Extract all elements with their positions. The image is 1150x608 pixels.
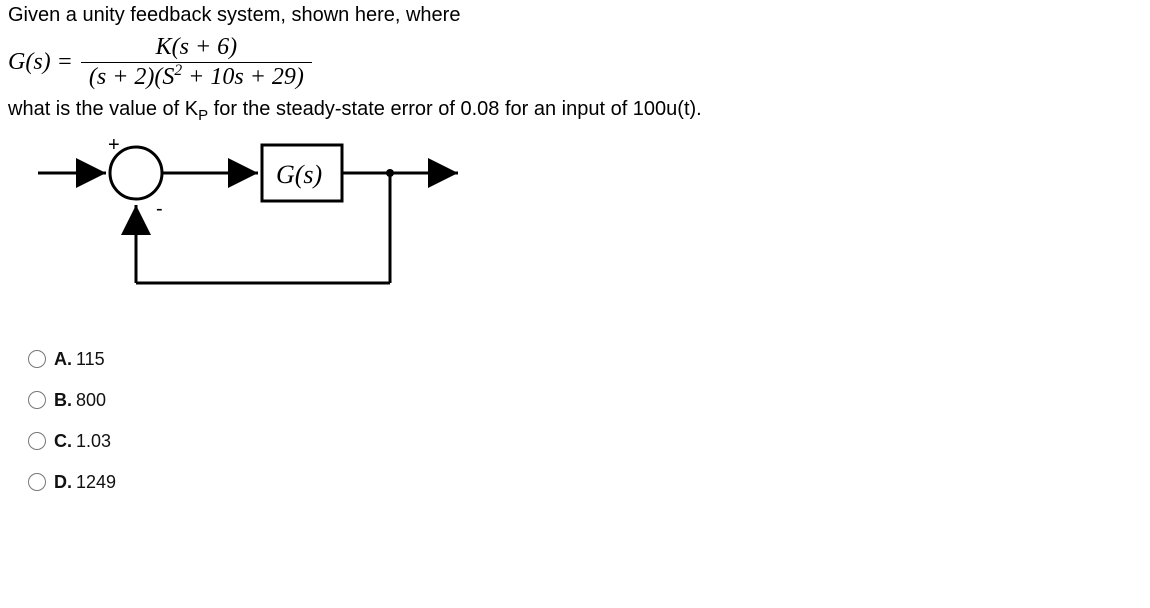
option-letter: C.	[54, 431, 72, 451]
intro-text: Given a unity feedback system, shown her…	[8, 4, 1142, 27]
block-diagram: + - G(s)	[38, 133, 1142, 329]
transfer-function-equation: G(s) = K(s + 6) (s + 2)(S2 + 10s + 29)	[8, 33, 1142, 92]
prompt-text: what is the value of KP for the steady-s…	[8, 98, 1142, 121]
eq-numerator: K(s + 6)	[148, 33, 246, 62]
eq-lhs: G(s) =	[8, 49, 81, 76]
option-c[interactable]: C.1.03	[28, 431, 1142, 452]
eq-fraction: K(s + 6) (s + 2)(S2 + 10s + 29)	[81, 33, 312, 92]
option-d[interactable]: D.1249	[28, 472, 1142, 493]
option-text: 115	[76, 349, 105, 369]
option-label: A.115	[54, 349, 105, 370]
radio-icon[interactable]	[28, 391, 46, 409]
radio-icon[interactable]	[28, 432, 46, 450]
gs-block-label: G(s)	[276, 160, 322, 189]
eq-den-exp: 2	[174, 62, 182, 79]
option-label: D.1249	[54, 472, 116, 493]
option-letter: B.	[54, 390, 72, 410]
prompt-post: for the steady-state error of 0.08 for a…	[208, 98, 702, 120]
block-diagram-svg: + - G(s)	[38, 133, 468, 323]
option-text: 1.03	[76, 431, 111, 451]
radio-icon[interactable]	[28, 350, 46, 368]
summer-plus: +	[108, 134, 120, 156]
option-label: B.800	[54, 390, 106, 411]
option-label: C.1.03	[54, 431, 111, 452]
eq-den-post: + 10s + 29)	[182, 64, 304, 90]
option-letter: D.	[54, 472, 72, 492]
prompt-pre: what is the value of K	[8, 98, 198, 120]
option-b[interactable]: B.800	[28, 390, 1142, 411]
option-a[interactable]: A.115	[28, 349, 1142, 370]
question-page: Given a unity feedback system, shown her…	[0, 0, 1150, 525]
summer-minus: -	[156, 198, 163, 220]
option-letter: A.	[54, 349, 72, 369]
option-text: 800	[76, 390, 106, 410]
eq-denominator: (s + 2)(S2 + 10s + 29)	[81, 63, 312, 92]
prompt-subscript: P	[198, 107, 208, 124]
answer-options: A.115 B.800 C.1.03 D.1249	[28, 349, 1142, 493]
radio-icon[interactable]	[28, 473, 46, 491]
option-text: 1249	[76, 472, 116, 492]
eq-den-pre: (s + 2)(S	[89, 64, 175, 90]
